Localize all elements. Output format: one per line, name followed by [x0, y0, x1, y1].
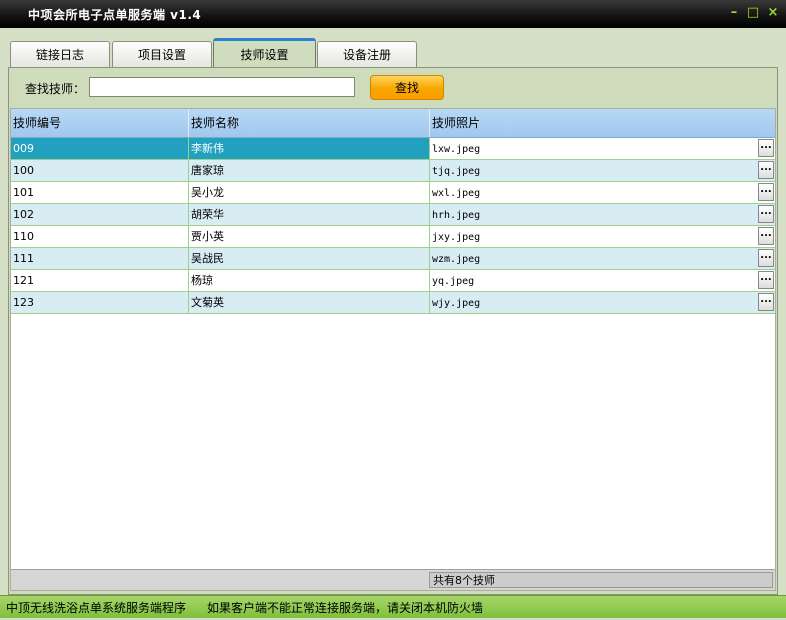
technician-panel: 查找技师： 查找 技师编号 技师名称 技师照片 009 李新伟 lxw.jpeg..… — [8, 67, 778, 595]
cell-name[interactable]: 吴小龙 — [189, 182, 430, 203]
cell-id[interactable]: 100 — [11, 160, 189, 181]
column-header-id[interactable]: 技师编号 — [11, 109, 189, 137]
cell-id[interactable]: 101 — [11, 182, 189, 203]
cell-photo[interactable]: yq.jpeg... — [430, 270, 775, 291]
cell-id[interactable]: 121 — [11, 270, 189, 291]
cell-photo[interactable]: tjq.jpeg... — [430, 160, 775, 181]
browse-photo-button[interactable]: ... — [758, 271, 774, 289]
browse-photo-button[interactable]: ... — [758, 161, 774, 179]
photo-filename: jxy.jpeg — [432, 232, 481, 243]
cell-name[interactable]: 李新伟 — [189, 138, 430, 159]
app-window: 中项会所电子点单服务端 v1.4 – □ × 链接日志 项目设置 技师设置 设备… — [0, 0, 786, 620]
browse-photo-button[interactable]: ... — [758, 293, 774, 311]
tab-technician-settings[interactable]: 技师设置 — [213, 38, 316, 68]
cell-name[interactable]: 吴战民 — [189, 248, 430, 269]
minimize-button[interactable]: – — [726, 5, 742, 21]
technician-table: 技师编号 技师名称 技师照片 009 李新伟 lxw.jpeg... 100 唐家琼 tj… — [10, 108, 776, 591]
cell-photo[interactable]: wxl.jpeg... — [430, 182, 775, 203]
column-header-name[interactable]: 技师名称 — [189, 109, 430, 137]
tab-connection-log[interactable]: 链接日志 — [10, 41, 110, 67]
table-row[interactable]: 111 吴战民 wzm.jpeg... — [11, 248, 775, 270]
search-input[interactable] — [89, 77, 355, 97]
photo-filename: lxw.jpeg — [432, 144, 481, 155]
cell-name[interactable]: 胡荣华 — [189, 204, 430, 225]
tab-item-settings[interactable]: 项目设置 — [112, 41, 212, 67]
browse-photo-button[interactable]: ... — [758, 227, 774, 245]
cell-id[interactable]: 123 — [11, 292, 189, 313]
total-count: 共有8个技师 — [429, 572, 773, 588]
column-header-photo[interactable]: 技师照片 — [430, 109, 775, 137]
cell-photo[interactable]: wjy.jpeg... — [430, 292, 775, 313]
table-row[interactable]: 110 贾小英 jxy.jpeg... — [11, 226, 775, 248]
search-label: 查找技师： — [25, 82, 86, 96]
maximize-button[interactable]: □ — [745, 5, 761, 21]
cell-photo[interactable]: lxw.jpeg... — [430, 138, 775, 159]
photo-filename: yq.jpeg — [432, 276, 475, 287]
status-firewall-hint: 如果客户端不能正常连接服务端，请关闭本机防火墙 — [207, 601, 484, 615]
photo-filename: tjq.jpeg — [432, 166, 481, 177]
window-title: 中项会所电子点单服务端 v1.4 — [28, 8, 202, 22]
cell-id[interactable]: 009 — [11, 138, 189, 159]
cell-name[interactable]: 贾小英 — [189, 226, 430, 247]
table-header: 技师编号 技师名称 技师照片 — [11, 109, 775, 138]
cell-photo[interactable]: wzm.jpeg... — [430, 248, 775, 269]
cell-name[interactable]: 唐家琼 — [189, 160, 430, 181]
browse-photo-button[interactable]: ... — [758, 139, 774, 157]
table-row[interactable]: 101 吴小龙 wxl.jpeg... — [11, 182, 775, 204]
cell-id[interactable]: 110 — [11, 226, 189, 247]
status-bar: 中顶无线洗浴点单系统服务端程序 如果客户端不能正常连接服务端，请关闭本机防火墙 — [0, 595, 786, 618]
photo-filename: hrh.jpeg — [432, 210, 481, 221]
status-app-name: 中顶无线洗浴点单系统服务端程序 — [6, 601, 187, 615]
table-row[interactable]: 100 唐家琼 tjq.jpeg... — [11, 160, 775, 182]
table-footer: 共有8个技师 — [11, 569, 775, 590]
tab-bar: 链接日志 项目设置 技师设置 设备注册 — [8, 38, 778, 68]
cell-id[interactable]: 111 — [11, 248, 189, 269]
cell-photo[interactable]: jxy.jpeg... — [430, 226, 775, 247]
cell-name[interactable]: 杨琼 — [189, 270, 430, 291]
table-row[interactable]: 009 李新伟 lxw.jpeg... — [11, 138, 775, 160]
browse-photo-button[interactable]: ... — [758, 249, 774, 267]
search-button[interactable]: 查找 — [370, 75, 444, 100]
table-row[interactable]: 123 文菊英 wjy.jpeg... — [11, 292, 775, 314]
table-row[interactable]: 102 胡荣华 hrh.jpeg... — [11, 204, 775, 226]
cell-photo[interactable]: hrh.jpeg... — [430, 204, 775, 225]
table-row[interactable]: 121 杨琼 yq.jpeg... — [11, 270, 775, 292]
browse-photo-button[interactable]: ... — [758, 205, 774, 223]
tab-device-registration[interactable]: 设备注册 — [317, 41, 417, 67]
browse-photo-button[interactable]: ... — [758, 183, 774, 201]
title-bar[interactable]: 中项会所电子点单服务端 v1.4 – □ × — [0, 0, 786, 28]
photo-filename: wzm.jpeg — [432, 254, 481, 265]
cell-name[interactable]: 文菊英 — [189, 292, 430, 313]
close-button[interactable]: × — [765, 5, 781, 21]
photo-filename: wxl.jpeg — [432, 188, 481, 199]
cell-id[interactable]: 102 — [11, 204, 189, 225]
photo-filename: wjy.jpeg — [432, 298, 481, 309]
